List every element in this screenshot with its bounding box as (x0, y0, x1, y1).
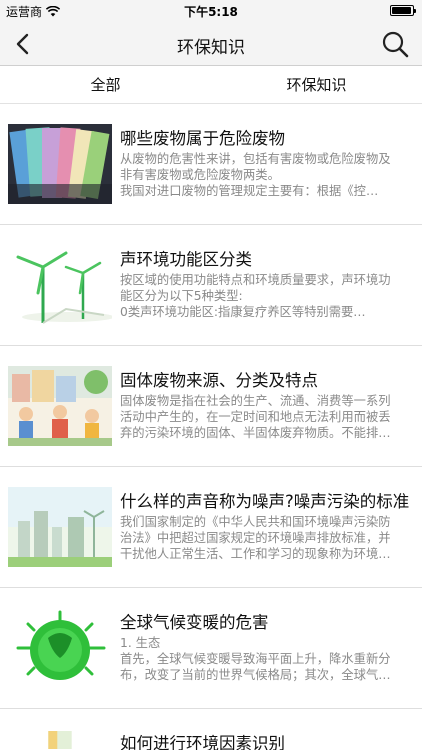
article-list: 哪些废物属于危险废物 从废物的危害性来讲，包括有害废物或危险废物及 非有害废物或… (0, 104, 422, 750)
item-summary: 我们国家制定的《中华人民共和国环境噪声污染防 治法》中把超过国家规定的环境噪声排… (120, 514, 412, 562)
summary-line: 布，改变了当前的世界气候格局；其次，全球气… (120, 668, 391, 682)
item-title: 全球气候变暖的危害 (120, 613, 269, 632)
item-title: 声环境功能区分类 (120, 250, 252, 269)
summary-line: 0类声环境功能区:指康复疗养区等特别需要… (120, 305, 366, 319)
list-item[interactable]: 固体废物来源、分类及特点 固体废物是指在社会的生产、流通、消费等一系列 活动中产… (0, 346, 422, 467)
summary-line: 能区分为以下5种类型: (120, 289, 243, 303)
item-summary: 固体废物是指在社会的生产、流通、消费等一系列 活动中产生的，在一定时间和地点无法… (120, 393, 412, 441)
item-title: 什么样的声音称为噪声?噪声污染的标准 (120, 492, 410, 511)
children-cleaning-image (8, 366, 112, 446)
status-time: 下午5:18 (184, 5, 238, 19)
partial-thumbnail-image (48, 731, 72, 749)
summary-line: 从废物的危害性来讲，包括有害废物或危险废物及 (120, 152, 391, 166)
list-item[interactable]: 全球气候变暖的危害 1. 生态 首先，全球气候变暖导致海平面上升，降水重新分 布… (0, 588, 422, 709)
list-item[interactable]: 什么样的声音称为噪声?噪声污染的标准 我们国家制定的《中华人民共和国环境噪声污染… (0, 467, 422, 588)
summary-line: 治法》中把超过国家规定的环境噪声排放标准，并 (120, 531, 391, 545)
summary-line: 非有害废物或危险废物两类。 (120, 168, 280, 182)
summary-line: 首先，全球气候变暖导致海平面上升，降水重新分 (120, 652, 391, 666)
list-item[interactable]: 声环境功能区分类 按区域的使用功能特点和环境质量要求，声环境功 能区分为以下5种… (0, 225, 422, 346)
summary-line: 活动中产生的，在一定时间和地点无法利用而被丢 (120, 410, 391, 424)
green-city-image (8, 487, 112, 567)
status-bar: 运营商 下午5:18 (0, 0, 422, 22)
summary-line: 固体废物是指在社会的生产、流通、消费等一系列 (120, 394, 391, 408)
summary-line: 1. 生态 (120, 636, 161, 650)
item-title: 固体废物来源、分类及特点 (120, 371, 318, 390)
category-tabs: 全部 环保知识 (0, 67, 422, 104)
item-summary: 1. 生态 首先，全球气候变暖导致海平面上升，降水重新分 布，改变了当前的世界气… (120, 635, 412, 683)
summary-line: 干扰他人正常生活、工作和学习的现象称为环境… (120, 547, 391, 561)
item-summary: 从废物的危害性来讲，包括有害废物或危险废物及 非有害废物或危险废物两类。 我国对… (120, 151, 412, 199)
page-title: 环保知识 (177, 38, 245, 58)
list-item[interactable]: 哪些废物属于危险废物 从废物的危害性来讲，包括有害废物或危险废物及 非有害废物或… (0, 104, 422, 225)
summary-line: 弃的污染环境的固体、半固体废弃物质。不能排… (120, 426, 391, 440)
item-title: 哪些废物属于危险废物 (120, 129, 285, 148)
summary-line: 我国对进口废物的管理规定主要有：根据《控… (120, 184, 379, 198)
summary-line: 我们国家制定的《中华人民共和国环境噪声污染防 (120, 515, 391, 529)
battery-icon (390, 5, 416, 16)
item-title: 如何进行环境因素识别 (120, 734, 285, 750)
item-summary: 按区域的使用功能特点和环境质量要求，声环境功 能区分为以下5种类型: 0类声环境… (120, 272, 412, 320)
wind-turbines-image (8, 245, 112, 325)
summary-line: 按区域的使用功能特点和环境质量要求，声环境功 (120, 273, 391, 287)
green-globe-image (8, 608, 112, 688)
colored-paper-swatches-image (8, 124, 112, 204)
tab-all[interactable]: 全部 (0, 67, 211, 103)
tab-environment-knowledge[interactable]: 环保知识 (211, 67, 422, 103)
list-item[interactable]: 如何进行环境因素识别 (0, 709, 422, 750)
navigation-bar: 环保知识 (0, 22, 422, 66)
search-icon[interactable] (380, 29, 410, 59)
